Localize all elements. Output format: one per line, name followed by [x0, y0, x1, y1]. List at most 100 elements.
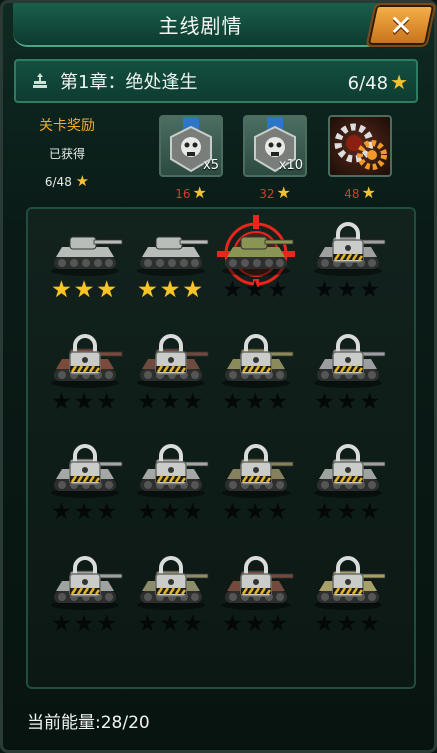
level-5-locked[interactable]: ★★★: [40, 331, 130, 427]
star-icon: ★: [244, 277, 268, 303]
chapter-progress-value: 6/48: [347, 73, 389, 94]
level-3[interactable]: ★★★: [211, 215, 301, 315]
level-stars: ★★★: [126, 501, 216, 524]
star-icon: ★: [267, 389, 290, 415]
level-13-locked[interactable]: ★★★: [40, 553, 130, 649]
level-9-locked[interactable]: ★★★: [40, 441, 130, 537]
tank-icon: [217, 225, 295, 285]
star-icon: ★: [390, 70, 408, 94]
level-2[interactable]: ★★★: [126, 219, 216, 315]
star-icon: ★: [51, 389, 74, 415]
star-icon: ★: [51, 277, 74, 303]
level-stars: ★★★: [126, 279, 216, 302]
chapter-tower-icon: [26, 72, 54, 90]
level-stars: ★★★: [40, 613, 130, 636]
star-icon: ★: [51, 611, 74, 637]
star-icon: ★: [361, 183, 376, 202]
tank-icon: [46, 225, 124, 285]
star-icon: ★: [244, 389, 268, 415]
reward-section: 关卡奖励 已获得 6/48 ★ x5 16 ★ x10 32 ★ 48 ★: [27, 113, 407, 205]
gear-upgrade-icon: [334, 123, 387, 170]
star-icon: ★: [182, 277, 205, 303]
star-icon: ★: [159, 499, 183, 525]
star-icon: ★: [182, 389, 205, 415]
reward-progress: 6/48 ★: [27, 172, 107, 190]
level-stars: ★★★: [303, 279, 393, 302]
reward-status: 已获得: [48, 147, 85, 161]
star-icon: ★: [336, 389, 360, 415]
star-icon: ★: [336, 277, 360, 303]
reward-cost-2: 32 ★: [243, 183, 307, 202]
star-icon: ★: [73, 277, 97, 303]
reward-item-3[interactable]: [328, 115, 392, 177]
star-icon: ★: [267, 611, 290, 637]
star-icon: ★: [314, 499, 337, 525]
star-icon: ★: [182, 499, 205, 525]
level-stars: ★★★: [211, 279, 301, 302]
star-icon: ★: [276, 183, 291, 202]
star-icon: ★: [222, 499, 245, 525]
level-grid: ★★★ ★★★ ★★★ ★★★ ★★★ ★★★ ★★★ ★★★ ★★★ ★★★ ★★★ ★★★ ★★★ ★…: [26, 207, 416, 689]
star-icon: ★: [51, 499, 74, 525]
reward-summary: 关卡奖励 已获得 6/48 ★: [27, 115, 107, 190]
star-icon: ★: [336, 611, 360, 637]
star-icon: ★: [182, 611, 205, 637]
reward-cost-value: 16: [175, 187, 191, 201]
level-10-locked[interactable]: ★★★: [126, 441, 216, 537]
reward-cost-value: 48: [344, 187, 360, 201]
level-14-locked[interactable]: ★★★: [126, 553, 216, 649]
level-stars: ★★★: [40, 391, 130, 414]
reward-cost-1: 16 ★: [159, 183, 223, 202]
tank-icon: [132, 225, 210, 285]
star-icon: ★: [137, 611, 160, 637]
level-8-locked[interactable]: ★★★: [303, 331, 393, 427]
level-12-locked[interactable]: ★★★: [303, 441, 393, 537]
close-icon: ✕: [389, 8, 413, 42]
level-stars: ★★★: [126, 391, 216, 414]
story-panel: 主线剧情 ✕ 第1章：绝处逢生 6/48 ★ 关卡奖励 已获得 6/48 ★ x…: [0, 0, 437, 753]
chapter-name: 第1章：绝处逢生: [60, 72, 198, 93]
level-1[interactable]: ★★★: [40, 219, 130, 315]
reward-quantity: x10: [278, 158, 303, 173]
star-icon: ★: [359, 611, 382, 637]
level-stars: ★★★: [40, 501, 130, 524]
reward-item-1[interactable]: x5: [159, 115, 223, 177]
star-icon: ★: [222, 277, 245, 303]
reward-item-2[interactable]: x10: [243, 115, 307, 177]
level-11-locked[interactable]: ★★★: [211, 441, 301, 537]
energy-label: 当前能量:28/20: [27, 713, 150, 733]
reward-title: 关卡奖励: [39, 118, 95, 134]
star-icon: ★: [314, 277, 337, 303]
level-16-locked[interactable]: ★★★: [303, 553, 393, 649]
reward-cost-value: 32: [259, 187, 275, 201]
star-icon: ★: [159, 389, 183, 415]
star-icon: ★: [314, 389, 337, 415]
star-icon: ★: [192, 183, 207, 202]
level-7-locked[interactable]: ★★★: [211, 331, 301, 427]
window-title: 主线剧情: [158, 13, 243, 38]
star-icon: ★: [314, 611, 337, 637]
star-icon: ★: [159, 611, 183, 637]
level-15-locked[interactable]: ★★★: [211, 553, 301, 649]
star-icon: ★: [244, 499, 268, 525]
star-icon: ★: [267, 499, 290, 525]
star-icon: ★: [73, 611, 97, 637]
star-icon: ★: [96, 611, 119, 637]
star-icon: ★: [73, 499, 97, 525]
level-4-locked[interactable]: ★★★: [303, 219, 393, 315]
chapter-header[interactable]: 第1章：绝处逢生 6/48 ★: [14, 59, 418, 103]
reward-cost-3: 48 ★: [328, 183, 392, 202]
level-6-locked[interactable]: ★★★: [126, 331, 216, 427]
reward-quantity: x5: [203, 158, 219, 173]
star-icon: ★: [222, 611, 245, 637]
level-stars: ★★★: [211, 613, 301, 636]
chapter-progress: 6/48 ★: [348, 70, 408, 94]
close-button[interactable]: ✕: [365, 3, 437, 47]
level-stars: ★★★: [40, 279, 130, 302]
star-icon: ★: [267, 277, 290, 303]
title-bar: 主线剧情: [13, 3, 388, 47]
star-icon: ★: [359, 277, 382, 303]
level-stars: ★★★: [303, 613, 393, 636]
star-icon: ★: [159, 277, 183, 303]
star-icon: ★: [73, 389, 97, 415]
